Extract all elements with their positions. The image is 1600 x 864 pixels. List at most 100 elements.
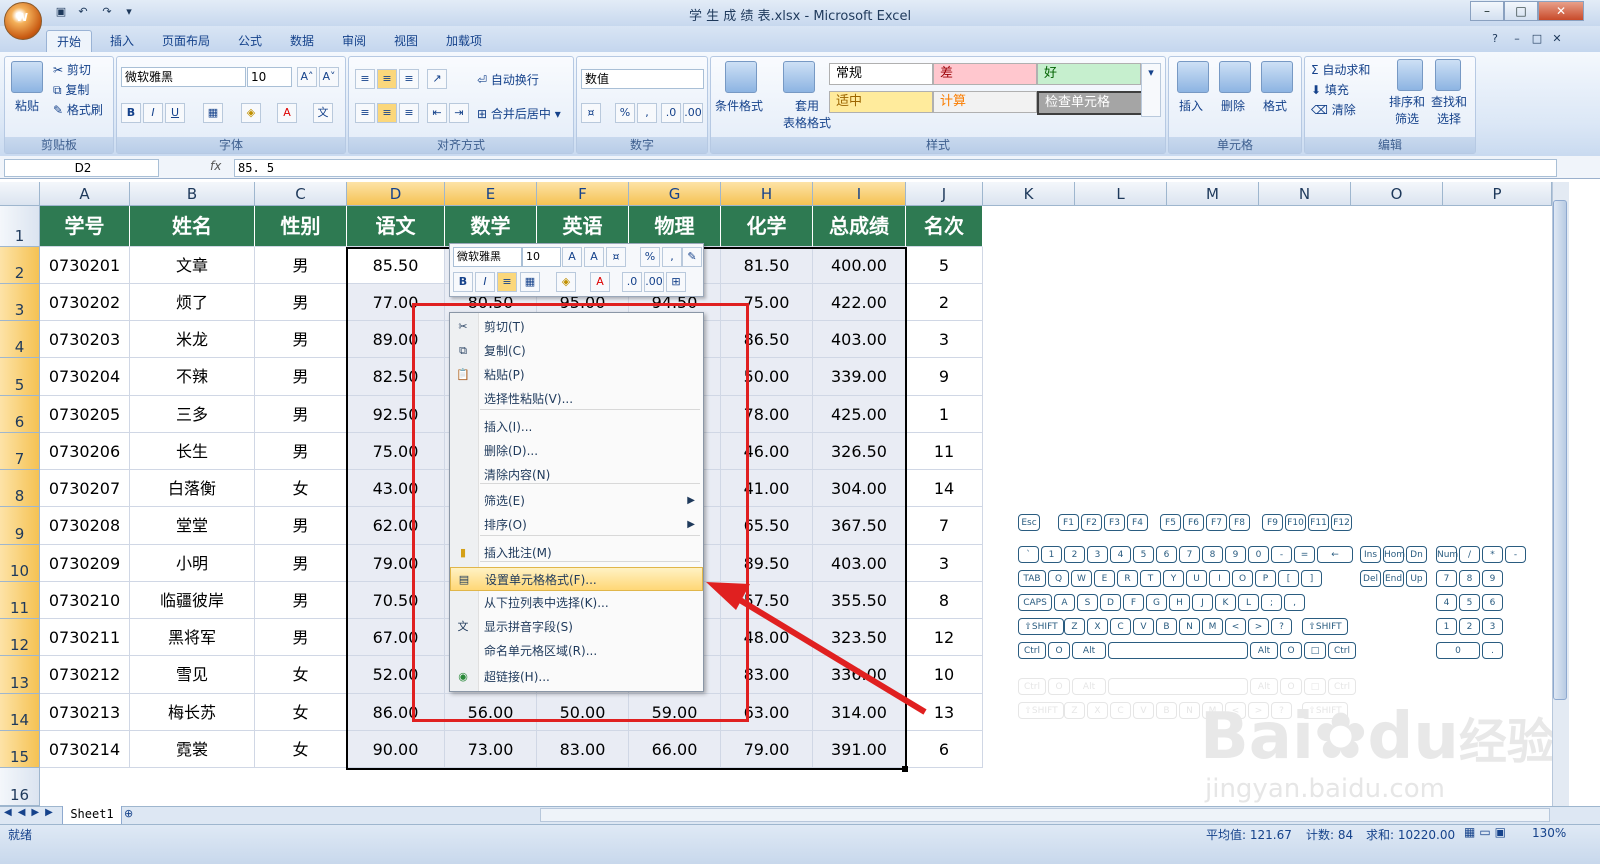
grow-font-button[interactable]: A˄ [297,67,317,87]
table-cell[interactable]: 0730203 [40,321,130,358]
table-cell[interactable]: 文章 [130,247,255,284]
table-cell[interactable]: 1 [906,396,983,433]
view-buttons-icons[interactable]: ▦▭▣ [1464,825,1510,839]
table-cell[interactable]: 425.00 [813,396,906,433]
table-cell[interactable]: 367.50 [813,507,906,545]
table-cell[interactable]: 男 [255,284,347,321]
insert-sheet-icon[interactable]: ⊕ [124,807,144,823]
italic-button[interactable]: I [143,103,163,123]
table-cell[interactable]: 400.00 [813,247,906,284]
column-header-h[interactable]: H [721,182,813,206]
table-cell[interactable]: 男 [255,433,347,470]
delete-cells-button[interactable]: 删除 [1221,97,1245,114]
table-cell[interactable]: 89.00 [347,321,445,358]
tab-review[interactable]: 审阅 [332,30,376,52]
mini-fill-color-icon[interactable]: ◈ [556,272,576,292]
decrease-indent-icon[interactable]: ⇤ [427,103,447,123]
table-cell[interactable]: 男 [255,545,347,582]
row-header-13[interactable]: 13 [0,656,40,694]
underline-button[interactable]: U [165,103,185,123]
table-cell[interactable]: 5 [906,247,983,284]
mini-border-icon[interactable]: ▦ [520,272,540,292]
fill-color-icon[interactable]: ◈ [241,103,261,123]
mini-center-icon[interactable]: ≡ [497,272,517,292]
table-cell[interactable]: 79.00 [721,731,813,768]
increase-indent-icon[interactable]: ⇥ [449,103,469,123]
row-header-4[interactable]: 4 [0,321,40,358]
row-header-10[interactable]: 10 [0,545,40,582]
table-cell[interactable]: 77.00 [347,284,445,321]
mini-bold-button[interactable]: B [453,272,473,292]
select-all-button[interactable] [0,182,40,206]
phonetic-icon[interactable]: 文 [313,103,333,123]
mini-currency-icon[interactable]: ¤ [606,247,626,267]
table-cell[interactable]: 0730205 [40,396,130,433]
table-cell[interactable]: 女 [255,694,347,731]
sheet-nav-icons[interactable]: ◀◀▶▶ [4,807,59,818]
column-header-d[interactable]: D [347,182,445,206]
row-header-3[interactable]: 3 [0,284,40,321]
mini-italic-button[interactable]: I [475,272,495,292]
mini-font-color-icon[interactable]: A [590,272,610,292]
tab-addins[interactable]: 加载项 [436,30,492,52]
insert-cells-icon[interactable] [1177,61,1209,93]
table-cell[interactable]: 339.00 [813,358,906,396]
style-bad[interactable]: 差 [933,63,1037,85]
table-cell[interactable]: 堂堂 [130,507,255,545]
table-cell[interactable]: 50.00 [537,694,629,731]
vertical-scroll-thumb[interactable] [1553,200,1567,700]
table-cell[interactable]: 85.50 [347,247,445,284]
column-header-n[interactable]: N [1259,182,1351,206]
table-cell[interactable]: 0730202 [40,284,130,321]
row-header-5[interactable]: 5 [0,358,40,396]
table-cell[interactable]: 男 [255,321,347,358]
mini-format-painter-icon[interactable]: ✎ [682,247,702,267]
number-format-select[interactable]: 数值 [581,69,704,89]
column-header-g[interactable]: G [629,182,721,206]
table-cell[interactable]: 小明 [130,545,255,582]
row-header-14[interactable]: 14 [0,694,40,731]
header-cell[interactable]: 性别 [255,206,347,247]
align-right-icon[interactable]: ≡ [399,103,419,123]
name-box[interactable]: D2 [4,159,159,177]
format-as-table-button[interactable]: 套用 表格格式 [783,97,831,131]
column-header-o[interactable]: O [1351,182,1443,206]
context-menu-item[interactable]: 📋 粘贴(P) [450,363,703,387]
autosum-button[interactable]: Σ 自动求和 [1311,61,1370,78]
wrap-text-button[interactable]: ⏎ 自动换行 [477,71,539,88]
format-painter-button[interactable]: ✎ 格式刷 [53,101,103,118]
table-cell[interactable]: 0730201 [40,247,130,284]
table-cell[interactable]: 66.00 [629,731,721,768]
fill-button[interactable]: ⬇ 填充 [1311,81,1349,98]
table-cell[interactable]: 0730214 [40,731,130,768]
column-header-e[interactable]: E [445,182,537,206]
horizontal-scrollbar[interactable] [540,808,1550,822]
doc-close-icon[interactable]: ✕ [1550,32,1564,46]
row-header-7[interactable]: 7 [0,433,40,470]
header-cell[interactable]: 英语 [537,206,629,247]
align-left-icon[interactable]: ≡ [355,103,375,123]
sort-filter-button[interactable]: 排序和 筛选 [1389,93,1425,127]
header-cell[interactable]: 化学 [721,206,813,247]
table-cell[interactable]: 83.00 [537,731,629,768]
tab-page-layout[interactable]: 页面布局 [152,30,220,52]
style-neutral[interactable]: 适中 [829,91,933,113]
row-header-12[interactable]: 12 [0,619,40,656]
table-cell[interactable]: 6 [906,731,983,768]
table-cell[interactable]: 403.00 [813,321,906,358]
context-menu-item[interactable]: ⧉ 复制(C) [450,339,703,363]
conditional-format-button[interactable]: 条件格式 [715,97,763,114]
tab-data[interactable]: 数据 [280,30,324,52]
align-top-icon[interactable]: ≡ [355,69,375,89]
context-menu-item[interactable]: 插入(I)... [450,415,703,439]
delete-cells-icon[interactable] [1219,61,1251,93]
table-cell[interactable]: 梅长苏 [130,694,255,731]
table-cell[interactable]: 56.00 [445,694,537,731]
table-cell[interactable]: 男 [255,247,347,284]
context-menu-item[interactable]: 选择性粘贴(V)... [450,387,703,411]
table-cell[interactable]: 黑将军 [130,619,255,656]
row-header-2[interactable]: 2 [0,247,40,284]
context-menu-item[interactable]: 从下拉列表中选择(K)... [450,591,703,615]
table-cell[interactable]: 326.50 [813,433,906,470]
mini-size-select[interactable]: 10 [522,247,561,267]
